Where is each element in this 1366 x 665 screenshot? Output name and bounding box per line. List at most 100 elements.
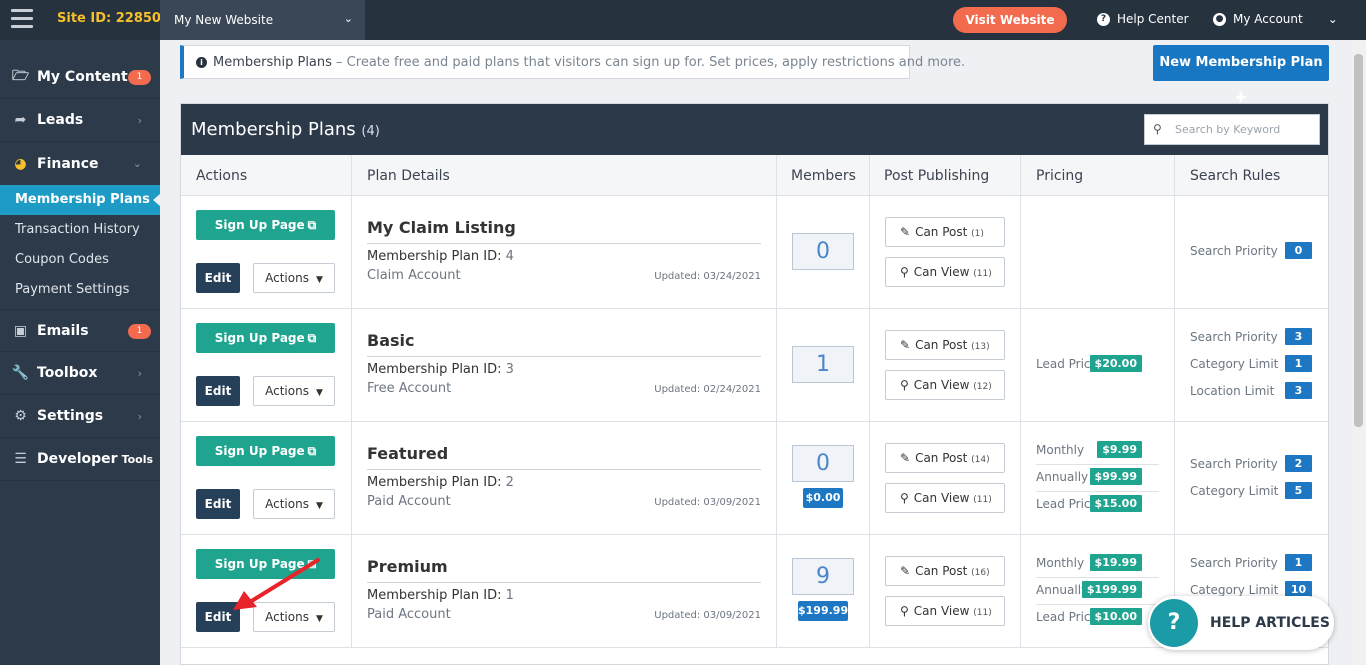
external-link-icon: ⧉	[307, 218, 317, 232]
search-icon: ⚲	[900, 604, 909, 618]
actions-label: Actions	[265, 384, 309, 398]
plan-name: My Claim Listing	[367, 218, 761, 244]
help-center-label: Help Center	[1117, 12, 1189, 26]
edit-button[interactable]: Edit	[196, 376, 240, 406]
sidebar-item-finance[interactable]: ◕ Finance ⌄	[0, 142, 160, 185]
actions-label: Actions	[265, 497, 309, 511]
search-rule-label: Search Priority	[1190, 330, 1278, 344]
sidebar-item-leads[interactable]: ➦ Leads ›	[0, 99, 160, 142]
member-count[interactable]: 0	[792, 445, 854, 482]
sidebar: 🗁 My Content 1 ➦ Leads › ◕ Finance ⌄ Mem…	[0, 40, 160, 665]
can-post-button[interactable]: ✎ Can Post (1)	[885, 217, 1005, 247]
price-row: Monthly $19.99	[1036, 554, 1159, 571]
column-header-pricing: Pricing	[1021, 155, 1175, 196]
price-label: Lead Price	[1036, 357, 1098, 371]
my-account-label: My Account	[1233, 12, 1303, 26]
can-view-button[interactable]: ⚲ Can View (12)	[885, 370, 1005, 400]
can-view-label: Can View	[913, 265, 970, 279]
sidebar-item-toolbox[interactable]: 🔧 Toolbox ›	[0, 352, 160, 395]
search-rule-badge: 1	[1285, 355, 1312, 372]
sign-up-page-button[interactable]: Sign Up Page⧉	[196, 436, 335, 466]
scrollbar-thumb[interactable]	[1354, 54, 1363, 427]
visit-website-button[interactable]: Visit Website	[953, 7, 1067, 33]
wrench-icon: 🔧	[11, 365, 30, 381]
updated-date: Updated: 03/09/2021	[654, 497, 761, 508]
search-rule-row: Category Limit 10	[1190, 581, 1312, 598]
search-rule-row: Search Priority 0	[1190, 242, 1312, 259]
new-membership-plan-button[interactable]: New Membership Plan ✚	[1153, 45, 1329, 106]
search-rule-badge: 1	[1285, 554, 1312, 571]
scrollbar[interactable]	[1351, 40, 1366, 665]
plan-details-cell: Basic Membership Plan ID: 3 Free Account Up…	[352, 309, 777, 422]
search-rules-cell: Search Priority 0	[1175, 196, 1328, 309]
annotation-arrow	[233, 558, 320, 610]
pencil-icon: ✎	[900, 564, 911, 578]
help-center-link[interactable]: ? Help Center	[1097, 12, 1189, 26]
actions-cell: Sign Up Page⧉ Edit Actions ▼	[181, 422, 352, 535]
plan-name: Premium	[367, 557, 761, 583]
my-account-menu[interactable]: ● My Account ⌄	[1213, 12, 1338, 26]
actions-dropdown[interactable]: Actions ▼	[253, 376, 335, 406]
can-post-button[interactable]: ✎ Can Post (14)	[885, 443, 1005, 473]
actions-dropdown[interactable]: Actions ▼	[253, 263, 335, 293]
site-selector[interactable]: My New Website ⌄	[160, 0, 365, 40]
can-view-label: Can View	[913, 378, 970, 392]
member-count[interactable]: 0	[792, 233, 854, 270]
sidebar-item-settings[interactable]: ⚙ Settings ›	[0, 395, 160, 438]
plan-id: Membership Plan ID: 2	[367, 475, 514, 490]
can-view-button[interactable]: ⚲ Can View (11)	[885, 257, 1005, 287]
members-cell: 0	[777, 196, 870, 309]
sign-up-page-button[interactable]: Sign Up Page⧉	[196, 210, 335, 240]
plan-id-prefix: Membership Plan ID:	[367, 588, 506, 603]
search-rule-badge: 3	[1285, 328, 1312, 345]
edit-button[interactable]: Edit	[196, 489, 240, 519]
sidebar-sub-membership-plans[interactable]: Membership Plans	[0, 185, 160, 215]
search-rules-cell: Search Priority 2 Category Limit 5	[1175, 422, 1328, 535]
can-post-label: Can Post	[915, 338, 968, 352]
new-plan-label: New Membership Plan	[1159, 55, 1323, 70]
chevron-down-icon: ⌄	[343, 12, 353, 25]
help-articles-button[interactable]: ? HELP ARTICLES	[1148, 596, 1334, 650]
sidebar-sub-payment-settings[interactable]: Payment Settings	[0, 275, 160, 305]
sidebar-sub-transaction-history[interactable]: Transaction History	[0, 215, 160, 245]
sign-up-page-button[interactable]: Sign Up Page⧉	[196, 323, 335, 353]
sidebar-sub-coupon-codes[interactable]: Coupon Codes	[0, 245, 160, 275]
column-header-post-publishing: Post Publishing	[870, 155, 1021, 196]
price-row: Annually $99.99	[1036, 468, 1159, 485]
edit-button[interactable]: Edit	[196, 263, 240, 293]
search-icon: ⚲	[900, 378, 909, 392]
table-row: Sign Up Page ⧉ Edit Actions ▼ Featured Members…	[181, 422, 1328, 535]
actions-dropdown[interactable]: Actions ▼	[253, 489, 335, 519]
chevron-right-icon: ›	[137, 409, 142, 423]
can-view-button[interactable]: ⚲ Can View (11)	[885, 596, 1005, 626]
can-post-button[interactable]: ✎ Can Post (16)	[885, 556, 1005, 586]
can-post-count: (16)	[971, 568, 990, 578]
price-row: Lead Price $15.00	[1036, 495, 1159, 512]
can-post-button[interactable]: ✎ Can Post (13)	[885, 330, 1005, 360]
chevron-down-icon: ⌄	[1327, 12, 1338, 26]
search-rule-label: Search Priority	[1190, 457, 1278, 471]
menu-icon[interactable]	[11, 9, 33, 29]
can-post-label: Can Post	[915, 451, 968, 465]
account-type: Claim Account	[367, 268, 461, 283]
member-count[interactable]: 9	[792, 558, 854, 595]
price-badge: $19.99	[1089, 554, 1142, 571]
help-articles-label: HELP ARTICLES	[1210, 615, 1330, 631]
can-post-label: Can Post	[915, 564, 968, 578]
sidebar-item-emails[interactable]: ▣ Emails 1	[0, 309, 160, 352]
post-publishing-cell: ✎ Can Post (1) ⚲ Can View (11)	[870, 196, 1021, 309]
can-view-label: Can View	[913, 604, 970, 618]
search-input[interactable]: ⚲ Search by Keyword	[1144, 114, 1320, 145]
question-icon: ?	[1150, 599, 1198, 647]
sidebar-item-developer-tools[interactable]: ☰ Developer Tools	[0, 438, 160, 481]
top-bar: Site ID: 22850 My New Website ⌄ Visit We…	[0, 0, 1366, 40]
updated-date: Updated: 03/09/2021	[654, 610, 761, 621]
sidebar-item-my-content[interactable]: 🗁 My Content 1	[0, 56, 160, 99]
member-price-badge: $0.00	[803, 488, 843, 508]
price-row: Lead Price $20.00	[1036, 355, 1159, 372]
plan-id-value: 1	[505, 588, 514, 603]
member-count[interactable]: 1	[792, 346, 854, 383]
members-cell: 1	[777, 309, 870, 422]
can-view-button[interactable]: ⚲ Can View (11)	[885, 483, 1005, 513]
search-icon: ⚲	[1153, 122, 1162, 136]
